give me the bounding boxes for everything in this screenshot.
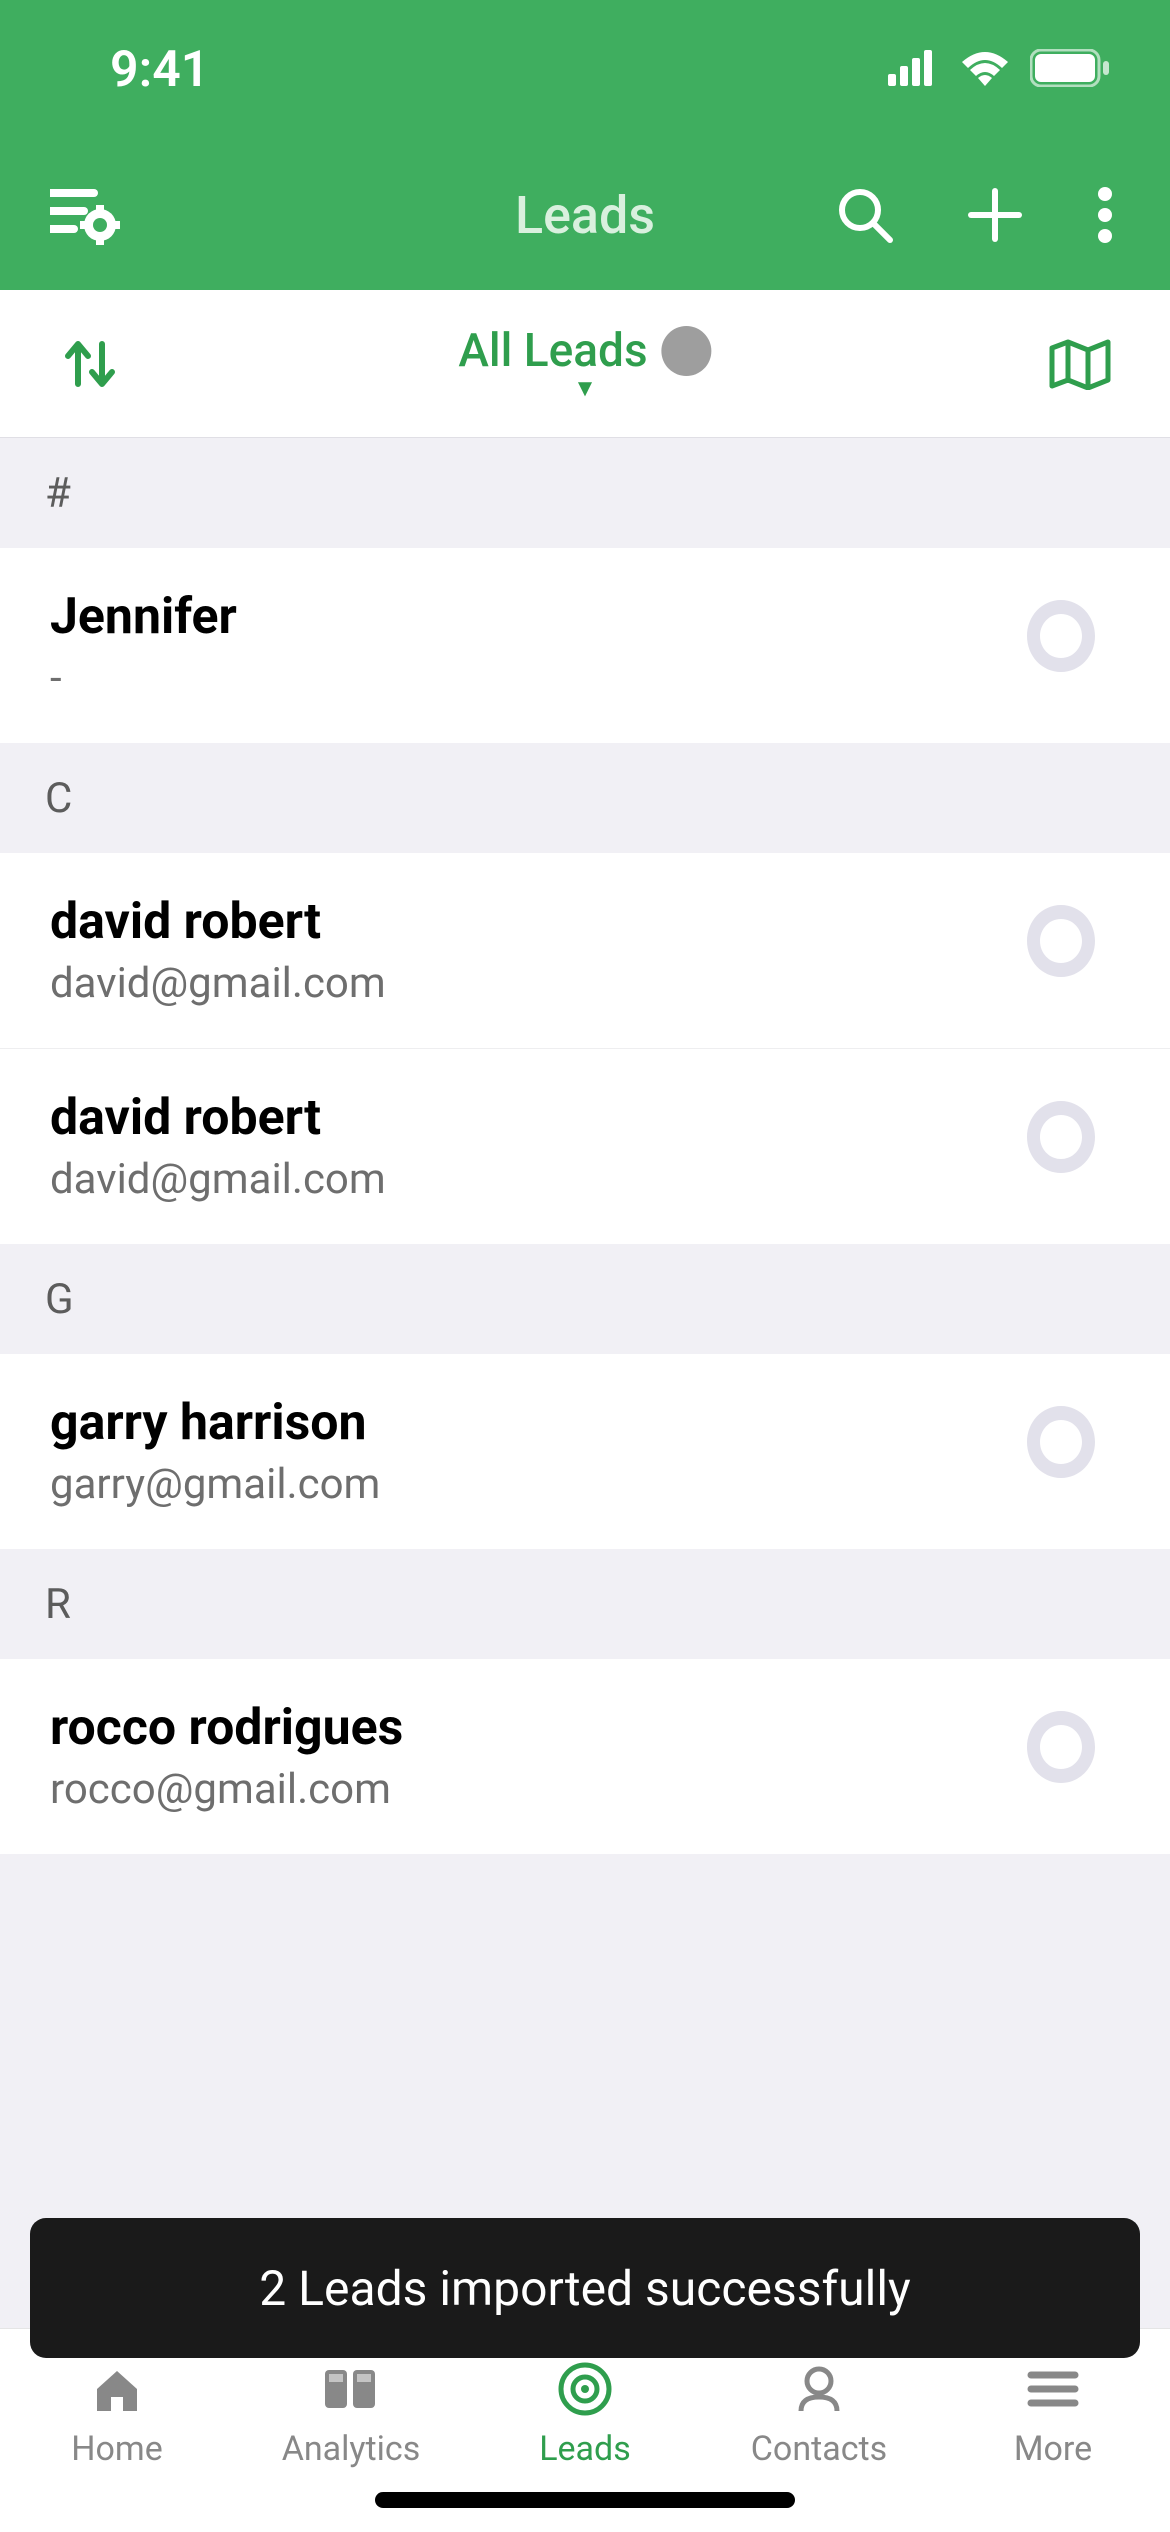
more-vert-icon[interactable] [1090, 180, 1120, 250]
tab-analytics[interactable]: Analytics [234, 2359, 468, 2469]
section-header: R [0, 1549, 1170, 1659]
map-icon[interactable] [1045, 329, 1115, 399]
avatar-icon [1007, 1091, 1115, 1203]
nav-header: Leads [0, 140, 1170, 290]
tab-contacts[interactable]: Contacts [702, 2359, 936, 2469]
lead-subtext: david@gmail.com [50, 959, 386, 1008]
tab-more[interactable]: More [936, 2359, 1170, 2469]
tab-label: Contacts [751, 2429, 887, 2469]
status-time: 9:41 [110, 41, 209, 99]
toast-message: 2 Leads imported successfully [259, 2260, 910, 2317]
lead-name: david robert [50, 893, 386, 951]
tab-icon [789, 2359, 849, 2419]
lead-row[interactable]: garry harrison garry@gmail.com [0, 1354, 1170, 1549]
sort-icon[interactable] [55, 329, 125, 399]
toast-notification: 2 Leads imported successfully [30, 2218, 1140, 2358]
status-bar: 9:41 [0, 0, 1170, 140]
cellular-icon [888, 50, 940, 90]
avatar-icon [1007, 590, 1115, 702]
settings-icon[interactable] [50, 180, 120, 250]
lead-name: garry harrison [50, 1394, 380, 1452]
home-indicator [375, 2492, 795, 2508]
add-icon[interactable] [960, 180, 1030, 250]
tab-icon [321, 2359, 381, 2419]
filter-dropdown[interactable]: All Leads ▼ [458, 324, 711, 403]
lead-row[interactable]: Jennifer - [0, 548, 1170, 743]
wifi-icon [960, 50, 1010, 90]
tab-label: Home [71, 2429, 163, 2469]
avatar-icon [1007, 895, 1115, 1007]
tab-leads[interactable]: Leads [468, 2359, 702, 2469]
section-header: G [0, 1244, 1170, 1354]
tab-label: More [1014, 2429, 1092, 2469]
filter-label: All Leads [458, 324, 647, 378]
lead-row[interactable]: david robert david@gmail.com [0, 1049, 1170, 1244]
leads-list: #Jennifer-Cdavid robertdavid@gmail.comda… [0, 438, 1170, 2328]
status-icons [888, 49, 1110, 91]
lead-name: Jennifer [50, 588, 237, 646]
filter-bar: All Leads ▼ [0, 290, 1170, 438]
page-title: Leads [515, 185, 655, 246]
lead-name: david robert [50, 1089, 386, 1147]
lead-row[interactable]: david robert david@gmail.com [0, 853, 1170, 1049]
lead-row[interactable]: rocco rodrigues rocco@gmail.com [0, 1659, 1170, 1854]
chevron-down-icon: ▼ [573, 374, 597, 403]
tab-icon [1023, 2359, 1083, 2419]
lead-subtext: rocco@gmail.com [50, 1765, 403, 1814]
section-header: C [0, 743, 1170, 853]
filter-status-dot [662, 326, 712, 376]
section-header: # [0, 438, 1170, 548]
tab-label: Leads [539, 2429, 631, 2469]
avatar-icon [1007, 1396, 1115, 1508]
battery-icon [1030, 49, 1110, 91]
lead-name: rocco rodrigues [50, 1699, 403, 1757]
lead-subtext: garry@gmail.com [50, 1460, 380, 1509]
lead-subtext: - [50, 654, 237, 703]
lead-subtext: david@gmail.com [50, 1155, 386, 1204]
tab-icon [555, 2359, 615, 2419]
tab-label: Analytics [282, 2429, 421, 2469]
tab-icon [87, 2359, 147, 2419]
search-icon[interactable] [830, 180, 900, 250]
tab-home[interactable]: Home [0, 2359, 234, 2469]
avatar-icon [1007, 1701, 1115, 1813]
